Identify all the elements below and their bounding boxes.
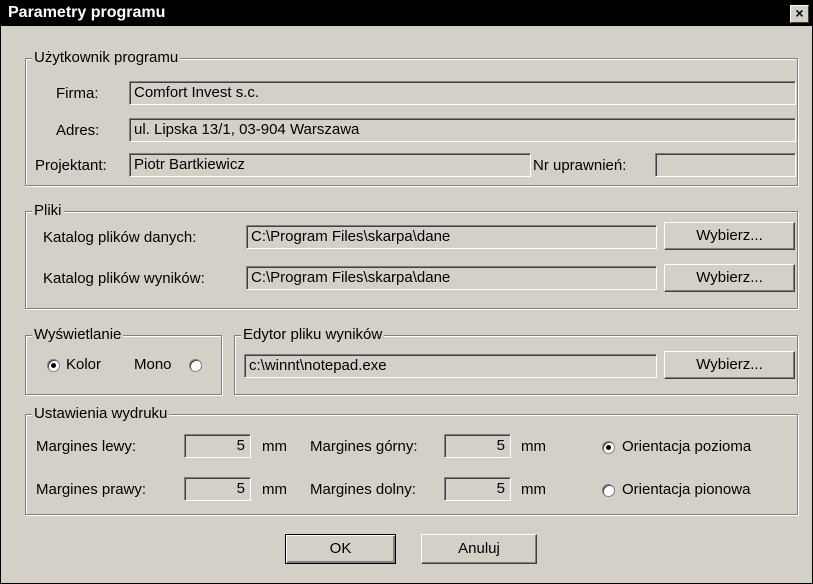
margin-top-label: Margines górny:	[310, 438, 418, 455]
uprawnien-field[interactable]	[655, 153, 796, 177]
margin-left-label: Margines lewy:	[36, 438, 137, 455]
dialog-window: Parametry programu × Użytkownik programu…	[0, 0, 813, 584]
projektant-label: Projektant:	[35, 157, 107, 174]
color-radio[interactable]	[47, 359, 60, 372]
firma-field[interactable]: Comfort Invest s.c.	[129, 81, 796, 105]
margin-right-label: Margines prawy:	[36, 481, 147, 498]
files-group: Pliki Katalog plików danych: C:\Program …	[25, 202, 798, 309]
print-group-legend: Ustawienia wydruku	[32, 405, 170, 423]
cancel-button[interactable]: Anuluj	[421, 534, 537, 564]
display-group-legend: Wyświetlanie	[32, 326, 124, 344]
editor-browse-button[interactable]: Wybierz...	[664, 351, 795, 379]
editor-path-field[interactable]: c:\winnt\notepad.exe	[244, 354, 657, 378]
adres-label: Adres:	[56, 122, 100, 139]
margin-top-unit: mm	[521, 438, 546, 455]
display-group: Wyświetlanie Kolor Mono	[25, 326, 222, 395]
results-dir-label: Katalog plików wyników:	[43, 270, 205, 287]
portrait-radio[interactable]	[602, 484, 615, 497]
close-button[interactable]: ×	[790, 5, 809, 23]
mono-radio-label[interactable]: Mono	[134, 355, 172, 375]
margin-left-field[interactable]: 5	[184, 434, 251, 458]
margin-right-unit: mm	[262, 481, 287, 498]
title-bar[interactable]: Parametry programu ×	[1, 1, 812, 26]
window-title: Parametry programu	[8, 4, 166, 21]
portrait-radio-label[interactable]: Orientacja pionowa	[622, 480, 750, 500]
results-dir-field[interactable]: C:\Program Files\skarpa\dane	[246, 266, 657, 290]
data-dir-browse-button[interactable]: Wybierz...	[664, 222, 795, 250]
adres-field[interactable]: ul. Lipska 13/1, 03-904 Warszawa	[129, 118, 796, 142]
landscape-radio[interactable]	[602, 441, 615, 454]
margin-bottom-unit: mm	[521, 481, 546, 498]
print-group: Ustawienia wydruku Margines lewy: 5 mm M…	[25, 405, 798, 515]
margin-right-field[interactable]: 5	[184, 477, 251, 501]
editor-group-legend: Edytor pliku wyników	[241, 326, 385, 344]
user-group-legend: Użytkownik programu	[32, 49, 181, 67]
margin-left-unit: mm	[262, 438, 287, 455]
uprawnien-label: Nr uprawnień:	[533, 157, 627, 174]
margin-bottom-field[interactable]: 5	[444, 477, 511, 501]
firma-label: Firma:	[56, 85, 99, 102]
user-group: Użytkownik programu Firma: Comfort Inves…	[25, 49, 798, 186]
data-dir-field[interactable]: C:\Program Files\skarpa\dane	[246, 225, 657, 249]
files-group-legend: Pliki	[32, 202, 64, 220]
landscape-radio-label[interactable]: Orientacja pozioma	[622, 437, 751, 457]
color-radio-label[interactable]: Kolor	[66, 355, 101, 375]
mono-radio[interactable]	[189, 359, 202, 372]
data-dir-label: Katalog plików danych:	[43, 229, 197, 246]
results-dir-browse-button[interactable]: Wybierz...	[664, 264, 795, 292]
margin-top-field[interactable]: 5	[444, 434, 511, 458]
editor-group: Edytor pliku wyników c:\winnt\notepad.ex…	[234, 326, 798, 395]
projektant-field[interactable]: Piotr Bartkiewicz	[129, 153, 531, 177]
margin-bottom-label: Margines dolny:	[310, 481, 416, 498]
ok-button[interactable]: OK	[285, 534, 396, 564]
